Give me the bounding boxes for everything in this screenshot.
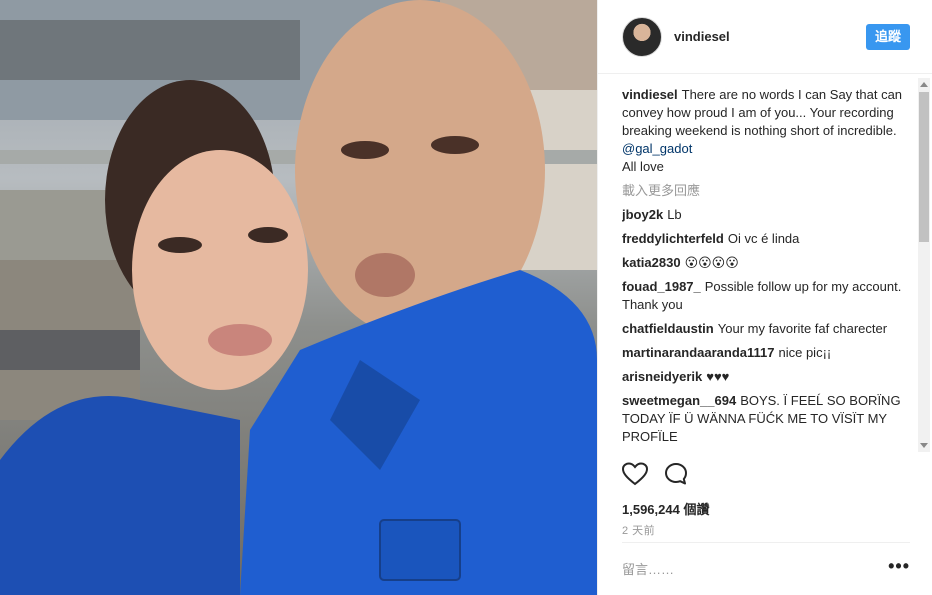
- post-timestamp[interactable]: 2 天前: [622, 522, 655, 538]
- post-photo[interactable]: [0, 0, 597, 595]
- comment-icon[interactable]: [664, 462, 688, 486]
- comment-text: Lb: [667, 207, 682, 222]
- add-comment-section: •••: [622, 542, 910, 595]
- comment-item: martinarandaaranda1117 nice pic¡¡: [622, 344, 912, 362]
- caption: vindiesel There are no words I can Say th…: [622, 86, 912, 176]
- comment-username[interactable]: freddylichterfeld: [622, 231, 724, 246]
- comment-username[interactable]: katia2830: [622, 255, 681, 270]
- more-options-icon[interactable]: •••: [888, 557, 910, 577]
- post-sidebar: vindiesel 追蹤 vindiesel There are no words…: [597, 0, 932, 595]
- comment-item: freddylichterfeld Oi vc é linda: [622, 230, 912, 248]
- load-more-comments-link[interactable]: 載入更多回應: [622, 182, 912, 200]
- comment-item: katia2830 😮😮😮😮: [622, 254, 912, 272]
- comment-text: ♥♥♥: [706, 369, 730, 384]
- caption-username[interactable]: vindiesel: [622, 87, 678, 102]
- comment-username[interactable]: arisneidyerik: [622, 369, 702, 384]
- likes-number: 1,596,244: [622, 502, 680, 517]
- photo-illustration: [0, 0, 597, 595]
- comment-text: Oi vc é linda: [727, 231, 800, 246]
- likes-count[interactable]: 1,596,244 個讚: [622, 499, 709, 518]
- action-bar: [622, 462, 688, 486]
- avatar[interactable]: [622, 16, 662, 57]
- comment-text: Your my favorite faf charecter: [717, 321, 888, 336]
- comment-username[interactable]: jboy2k: [622, 207, 663, 222]
- comment-username[interactable]: fouad_1987_: [622, 279, 701, 294]
- header-username[interactable]: vindiesel: [674, 29, 866, 44]
- scroll-up-icon[interactable]: [920, 82, 928, 87]
- comment-input[interactable]: [622, 561, 889, 577]
- follow-button[interactable]: 追蹤: [865, 23, 910, 50]
- scrollbar-thumb[interactable]: [919, 92, 929, 242]
- comment-item: chatfieldaustin Your my favorite faf char…: [622, 320, 912, 338]
- likes-unit: 個讚: [683, 502, 710, 517]
- comments-list[interactable]: vindiesel There are no words I can Say th…: [622, 86, 912, 454]
- comment-text: 😮😮😮😮: [684, 255, 739, 270]
- comment-username[interactable]: sweetmegan__694: [622, 393, 736, 408]
- post-header: vindiesel 追蹤: [598, 0, 932, 74]
- comment-username[interactable]: martinarandaaranda1117: [622, 345, 774, 360]
- comment-username[interactable]: chatfieldaustin: [622, 321, 714, 336]
- comment-item: jboy2k Lb: [622, 206, 912, 224]
- instagram-post: vindiesel 追蹤 vindiesel There are no words…: [0, 0, 932, 595]
- comment-text: nice pic¡¡: [778, 345, 832, 360]
- comments-scrollbar[interactable]: [918, 78, 930, 452]
- caption-text-end: All love: [622, 159, 664, 174]
- scroll-down-icon[interactable]: [920, 443, 928, 448]
- comment-item: sweetmegan__694 BOYS. Ï FEEĹ SO BORÏNG TO…: [622, 392, 912, 446]
- caption-mention[interactable]: @gal_gadot: [622, 141, 692, 156]
- heart-icon[interactable]: [622, 462, 648, 486]
- comment-item: fouad_1987_ Possible follow up for my acc…: [622, 278, 912, 314]
- comment-item: arisneidyerik ♥♥♥: [622, 368, 912, 386]
